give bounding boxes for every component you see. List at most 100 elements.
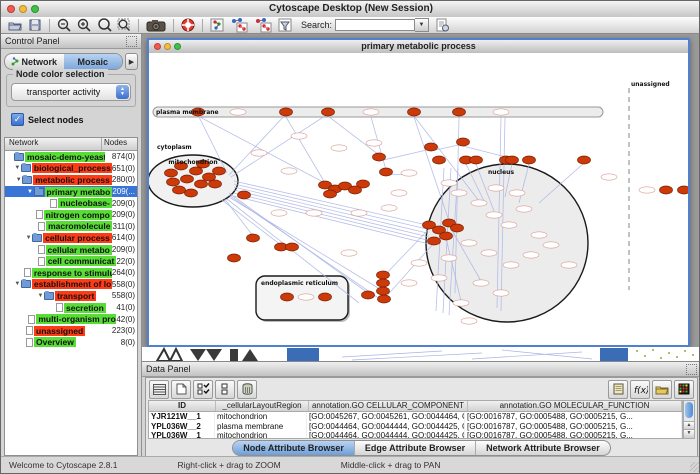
function-builder-icon[interactable]: f(x): [630, 380, 650, 399]
status-bar: Welcome to Cytoscape 2.8.1 Right-click +…: [1, 456, 700, 473]
tree-row[interactable]: mosaic-demo-yeast874(0): [5, 151, 137, 163]
tree-row[interactable]: secretion41(0): [5, 302, 137, 314]
table-row[interactable]: YPL036W__1mitochondrion[GO:0044464, GO:0…: [149, 431, 682, 439]
tree-row[interactable]: nucleobase-209(0): [5, 197, 137, 209]
more-tabs-button[interactable]: ▶: [125, 53, 138, 70]
select-columns-icon[interactable]: [215, 380, 235, 399]
layout-blue-icon[interactable]: [252, 18, 274, 33]
tree-row[interactable]: nitrogen compo209(0): [5, 209, 137, 221]
float-panel-icon[interactable]: [686, 364, 697, 375]
tree-row[interactable]: response to stimulu264(0): [5, 267, 137, 279]
tab-network[interactable]: Network: [5, 54, 64, 69]
help-lifesaver-icon[interactable]: [179, 18, 197, 33]
file-icon: [36, 210, 43, 219]
tree-row[interactable]: multi-organism pro42(0): [5, 313, 137, 325]
open-session-button[interactable]: [6, 18, 24, 33]
tree-row[interactable]: ▼cellular process614(0): [5, 232, 137, 244]
table-cell: mitochondrion: [215, 412, 307, 422]
control-panel-header: Control Panel: [1, 34, 141, 49]
zoom-out-icon[interactable]: [55, 18, 73, 33]
zoom-in-icon[interactable]: [75, 18, 93, 33]
expand-arrow-icon[interactable]: ▼: [14, 165, 21, 171]
tree-row-label: cellular metabo: [46, 245, 112, 255]
tree-header: Network Nodes: [5, 138, 137, 151]
tree-row[interactable]: macromolecule311(0): [5, 221, 137, 233]
tab-node-attribute-browser[interactable]: Node Attribute Browser: [233, 441, 355, 455]
col-region[interactable]: _cellularLayoutRegion: [216, 401, 309, 411]
select-attributes-icon[interactable]: [193, 380, 213, 399]
tree-row[interactable]: ▼metabolic process280(0): [5, 174, 137, 186]
tree-row-count: 209(...: [112, 187, 137, 196]
expand-arrow-icon[interactable]: ▼: [15, 177, 22, 183]
node-color-dropdown[interactable]: transporter activity ▲▼: [11, 83, 131, 101]
file-icon: [26, 338, 33, 347]
network-canvas[interactable]: plasma membranecytoplasmmitochondrionnuc…: [149, 53, 688, 345]
attribute-table[interactable]: ID _cellularLayoutRegion annotation.GO C…: [148, 400, 683, 439]
tree-row-count: 874(0): [112, 152, 137, 161]
import-attributes-icon[interactable]: [652, 380, 672, 399]
tab-network-attribute-browser[interactable]: Network Attribute Browser: [476, 441, 610, 455]
tree-row[interactable]: Overview8(0): [5, 337, 137, 349]
zoom-fit-icon[interactable]: [95, 18, 113, 33]
tree-row[interactable]: cellular metabo209(0): [5, 244, 137, 256]
node-color-selection-group: Node color selection transporter activit…: [6, 74, 136, 107]
data-panel-body: f(x) ID _cellularLayoutRegion annotation…: [145, 377, 698, 457]
scrollbar-thumb[interactable]: [685, 402, 693, 418]
new-attribute-icon[interactable]: [171, 380, 191, 399]
col-id[interactable]: ID: [149, 401, 216, 411]
tree-row-count: 558(0): [112, 280, 137, 289]
layout-red-icon[interactable]: [228, 18, 250, 33]
tree-row[interactable]: ▼primary metabo209(...: [5, 186, 137, 198]
tree-col-nodes[interactable]: Nodes: [102, 138, 137, 150]
network-view-window[interactable]: primary metabolic process plasma membran…: [147, 38, 690, 347]
tree-row[interactable]: ▼biological_process651(0): [5, 163, 137, 175]
tree-col-network[interactable]: Network: [5, 138, 102, 150]
notepad-icon[interactable]: [608, 380, 628, 399]
main-toolbar: Search: ▼: [1, 17, 700, 34]
tree-row[interactable]: unassigned223(0): [5, 325, 137, 337]
network-tree: mosaic-demo-yeast874(0)▼biological_proce…: [5, 151, 137, 348]
tree-row-label: Overview: [34, 337, 76, 347]
scroll-down-icon[interactable]: ▼: [684, 429, 694, 438]
table-scrollbar[interactable]: ▲ ▼: [683, 400, 695, 439]
control-panel: Control Panel Network Mosaic ▶ Node colo…: [1, 34, 142, 459]
table-row[interactable]: YJR121W__1mitochondrion[GO:0045267, GO:0…: [149, 412, 682, 422]
data-panel: Data Panel: [142, 361, 700, 459]
tree-row[interactable]: ▼ establishment of lo558(0): [5, 279, 137, 291]
file-icon: [56, 303, 63, 312]
table-cell: mitochondrion: [215, 431, 307, 439]
table-cell: [GO:0044464, GO:0044444, GO:0044425, G..…: [307, 422, 465, 432]
snapshot-camera-icon[interactable]: [144, 18, 168, 33]
table-cell: [GO:0016787, GO:0005488, GO:0005215, G..…: [465, 422, 682, 432]
tree-row-label: establishment of lo: [32, 279, 112, 289]
search-dropdown-button[interactable]: ▼: [415, 18, 429, 32]
col-molecular-function[interactable]: annotation.GO MOLECULAR_FUNCTION: [468, 401, 682, 411]
expand-arrow-icon[interactable]: ▼: [25, 235, 32, 241]
save-session-button[interactable]: [26, 18, 44, 33]
search-index-icon[interactable]: [433, 18, 451, 33]
tab-edge-attribute-browser[interactable]: Edge Attribute Browser: [355, 441, 476, 455]
network-canvas-svg: plasma membranecytoplasmmitochondrionnuc…: [149, 53, 688, 345]
resize-grip[interactable]: [690, 462, 700, 472]
table-row[interactable]: YPL036W__2plasma membrane[GO:0044464, GO…: [149, 422, 682, 432]
tab-mosaic[interactable]: Mosaic: [64, 54, 123, 69]
heatmap-icon[interactable]: [674, 380, 694, 399]
tree-row-count: 22(0): [116, 257, 137, 266]
search-input[interactable]: [335, 19, 415, 31]
col-cellular-component[interactable]: annotation.GO CELLULAR_COMPONENT: [309, 401, 468, 411]
select-nodes-checkbox[interactable]: ✓: [11, 113, 24, 126]
network-overview-icon[interactable]: [208, 18, 226, 33]
expand-arrow-icon[interactable]: ▼: [27, 189, 34, 195]
annotation-icon[interactable]: [276, 18, 294, 33]
zoom-selected-icon[interactable]: [115, 18, 133, 33]
expand-arrow-icon[interactable]: ▼: [14, 281, 21, 287]
attribute-matrix-icon[interactable]: [149, 380, 169, 399]
network-window-titlebar[interactable]: primary metabolic process: [149, 40, 688, 54]
delete-attribute-icon[interactable]: [237, 380, 257, 399]
tree-row[interactable]: ▼transport558(0): [5, 290, 137, 302]
expand-arrow-icon[interactable]: ▼: [37, 293, 44, 299]
tree-row-count: 311(0): [112, 222, 137, 231]
float-panel-icon[interactable]: [126, 36, 137, 47]
background-network-window[interactable]: [142, 347, 700, 361]
tree-row[interactable]: cell communicat22(0): [5, 255, 137, 267]
